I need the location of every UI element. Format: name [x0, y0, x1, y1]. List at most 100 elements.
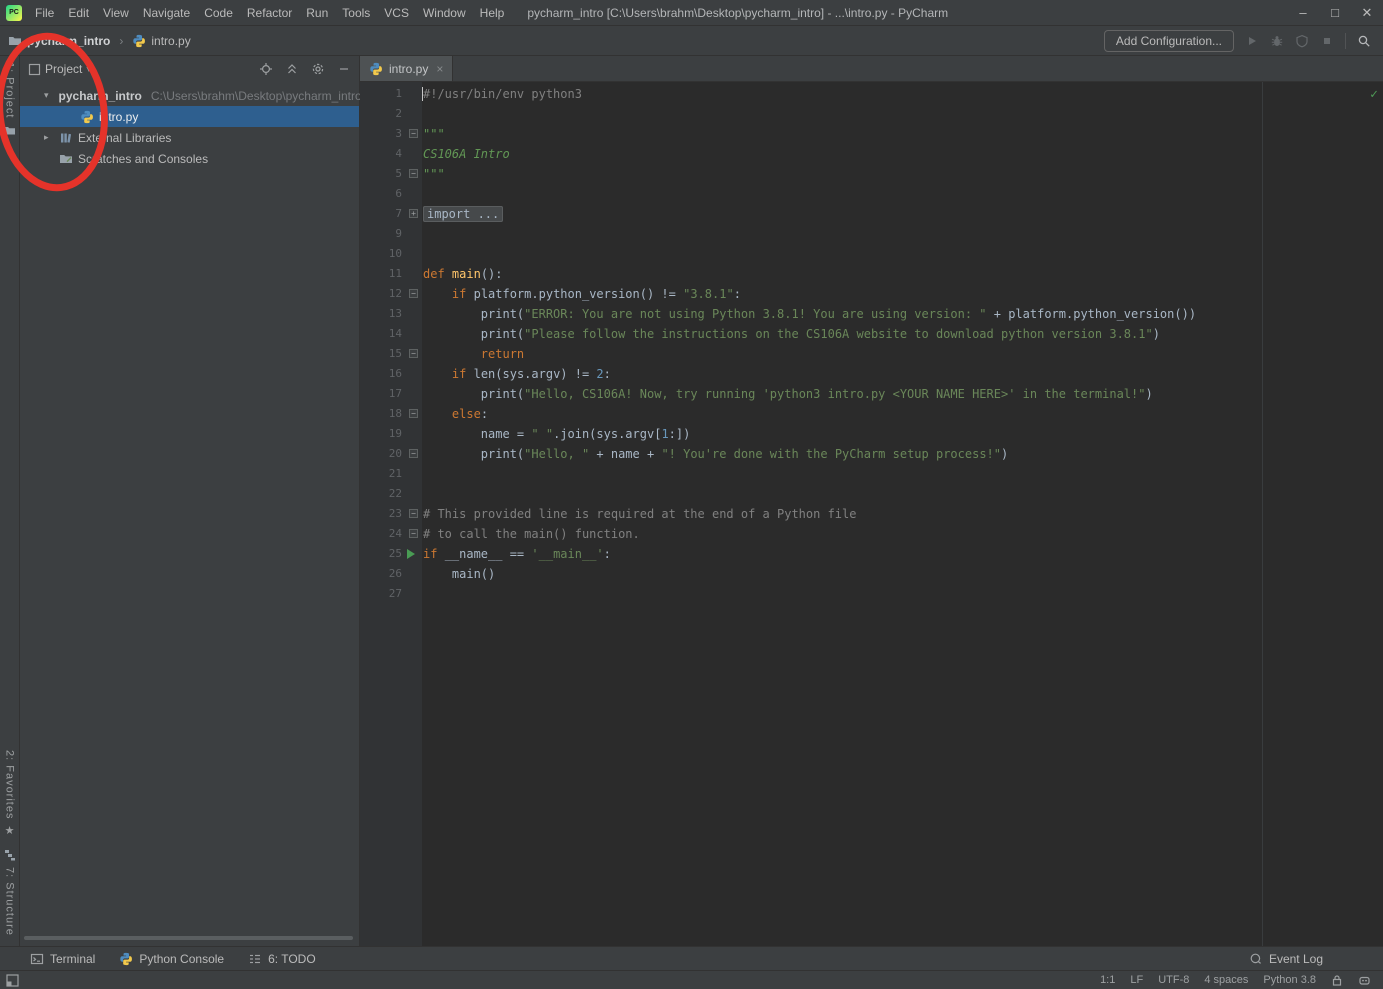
run-line-icon[interactable] — [407, 549, 415, 559]
run-icon[interactable] — [1245, 34, 1259, 48]
add-configuration-button[interactable]: Add Configuration... — [1104, 30, 1234, 52]
code-line[interactable]: 21 — [360, 464, 1383, 484]
fold-marker-icon[interactable]: − — [409, 509, 418, 518]
code-line[interactable]: 16 if len(sys.argv) != 2: — [360, 364, 1383, 384]
code-line[interactable]: 13 print("ERROR: You are not using Pytho… — [360, 304, 1383, 324]
breadcrumb-file[interactable]: intro.py — [151, 34, 190, 48]
breadcrumb-project[interactable]: pycharm_intro — [27, 34, 110, 48]
chevron-collapsed-icon[interactable]: ▸ — [44, 132, 54, 143]
code-line[interactable]: 15− return — [360, 344, 1383, 364]
code-line[interactable]: 27 — [360, 584, 1383, 604]
code-line[interactable]: 7+import ... — [360, 204, 1383, 224]
code-line[interactable]: 23−# This provided line is required at t… — [360, 504, 1383, 524]
code-line[interactable]: 26 main() — [360, 564, 1383, 584]
python-interpreter[interactable]: Python 3.8 — [1263, 974, 1316, 986]
code-line[interactable]: 18− else: — [360, 404, 1383, 424]
tree-row-project-root[interactable]: ▾ pycharm_intro C:\Users\brahm\Desktop\p… — [20, 85, 359, 106]
coverage-icon[interactable] — [1295, 34, 1309, 48]
menu-file[interactable]: File — [28, 0, 61, 26]
fold-marker-icon[interactable]: − — [409, 409, 418, 418]
gutter-cell[interactable] — [402, 544, 422, 564]
chevron-expanded-icon[interactable]: ▾ — [44, 90, 49, 101]
gear-icon[interactable] — [311, 62, 325, 76]
menu-help[interactable]: Help — [473, 0, 512, 26]
gutter-cell[interactable] — [402, 364, 422, 384]
gutter-cell[interactable]: − — [402, 524, 422, 544]
code-line[interactable]: 10 — [360, 244, 1383, 264]
code-line[interactable]: 12− if platform.python_version() != "3.8… — [360, 284, 1383, 304]
panel-title[interactable]: Project — [45, 62, 82, 76]
menu-code[interactable]: Code — [197, 0, 240, 26]
tool-button-python-console[interactable]: Python Console — [119, 952, 224, 966]
tab-close-icon[interactable]: × — [436, 62, 443, 76]
code-line[interactable]: 11def main(): — [360, 264, 1383, 284]
line-separator[interactable]: LF — [1130, 974, 1143, 986]
gutter-cell[interactable] — [402, 144, 422, 164]
gutter-cell[interactable]: − — [402, 504, 422, 524]
gutter-cell[interactable]: − — [402, 444, 422, 464]
code-line[interactable]: 14 print("Please follow the instructions… — [360, 324, 1383, 344]
gutter-cell[interactable] — [402, 304, 422, 324]
menu-vcs[interactable]: VCS — [377, 0, 416, 26]
gutter-cell[interactable] — [402, 464, 422, 484]
tool-button-terminal[interactable]: Terminal — [30, 952, 95, 966]
fold-marker-icon[interactable]: − — [409, 349, 418, 358]
stop-icon[interactable] — [1320, 34, 1334, 48]
tree-row-scratches[interactable]: Scratches and Consoles — [20, 148, 359, 169]
menu-navigate[interactable]: Navigate — [136, 0, 197, 26]
tool-button-project[interactable]: 1: Project — [4, 62, 16, 118]
caret-position[interactable]: 1:1 — [1100, 974, 1115, 986]
gutter-cell[interactable] — [402, 264, 422, 284]
gutter-cell[interactable]: − — [402, 404, 422, 424]
tool-button-event-log[interactable]: Event Log — [1249, 952, 1323, 966]
menu-view[interactable]: View — [96, 0, 136, 26]
locate-icon[interactable] — [259, 62, 273, 76]
gutter-cell[interactable] — [402, 424, 422, 444]
gutter-cell[interactable] — [402, 104, 422, 124]
lock-icon[interactable] — [1331, 974, 1343, 987]
project-tool-icon[interactable] — [3, 124, 16, 137]
gutter-cell[interactable]: − — [402, 124, 422, 144]
code-line[interactable]: 2 — [360, 104, 1383, 124]
notifications-icon[interactable] — [1358, 974, 1371, 987]
inspection-ok-icon[interactable]: ✓ — [1370, 85, 1378, 105]
menu-run[interactable]: Run — [299, 0, 335, 26]
code-line[interactable]: 19 name = " ".join(sys.argv[1:]) — [360, 424, 1383, 444]
code-line[interactable]: 22 — [360, 484, 1383, 504]
gutter-cell[interactable]: − — [402, 164, 422, 184]
fold-marker-icon[interactable]: − — [409, 529, 418, 538]
gutter-cell[interactable] — [402, 324, 422, 344]
gutter-cell[interactable]: + — [402, 204, 422, 224]
gutter-cell[interactable] — [402, 184, 422, 204]
gutter-cell[interactable] — [402, 84, 422, 104]
gutter-cell[interactable] — [402, 564, 422, 584]
maximize-button[interactable]: □ — [1319, 0, 1351, 26]
favorites-star-icon[interactable]: ★ — [5, 824, 15, 837]
close-button[interactable]: ✕ — [1351, 0, 1383, 26]
indent-style[interactable]: 4 spaces — [1204, 974, 1248, 986]
code-line[interactable]: 4CS106A Intro — [360, 144, 1383, 164]
horizontal-scrollbar[interactable] — [24, 936, 353, 940]
tool-button-structure[interactable]: 7: Structure — [4, 867, 16, 936]
chevron-down-icon[interactable]: ▾ — [86, 64, 91, 75]
gutter-cell[interactable] — [402, 584, 422, 604]
toggle-toolwindows-icon[interactable] — [6, 974, 19, 987]
code-editor[interactable]: 1#!/usr/bin/env python323−"""4CS106A Int… — [360, 82, 1383, 946]
tab-intro-py[interactable]: intro.py × — [360, 56, 453, 81]
code-line[interactable]: 17 print("Hello, CS106A! Now, try runnin… — [360, 384, 1383, 404]
fold-marker-icon[interactable]: − — [409, 169, 418, 178]
gutter-cell[interactable] — [402, 224, 422, 244]
code-line[interactable]: 20− print("Hello, " + name + "! You're d… — [360, 444, 1383, 464]
file-encoding[interactable]: UTF-8 — [1158, 974, 1189, 986]
minimize-button[interactable]: – — [1287, 0, 1319, 26]
code-line[interactable]: 25if __name__ == '__main__': — [360, 544, 1383, 564]
fold-marker-icon[interactable]: − — [409, 289, 418, 298]
gutter-cell[interactable] — [402, 484, 422, 504]
code-line[interactable]: 3−""" — [360, 124, 1383, 144]
menu-edit[interactable]: Edit — [61, 0, 96, 26]
code-line[interactable]: 6 — [360, 184, 1383, 204]
code-line[interactable]: 24−# to call the main() function. — [360, 524, 1383, 544]
gutter-cell[interactable] — [402, 244, 422, 264]
debug-icon[interactable] — [1270, 34, 1284, 48]
search-icon[interactable] — [1357, 34, 1371, 48]
